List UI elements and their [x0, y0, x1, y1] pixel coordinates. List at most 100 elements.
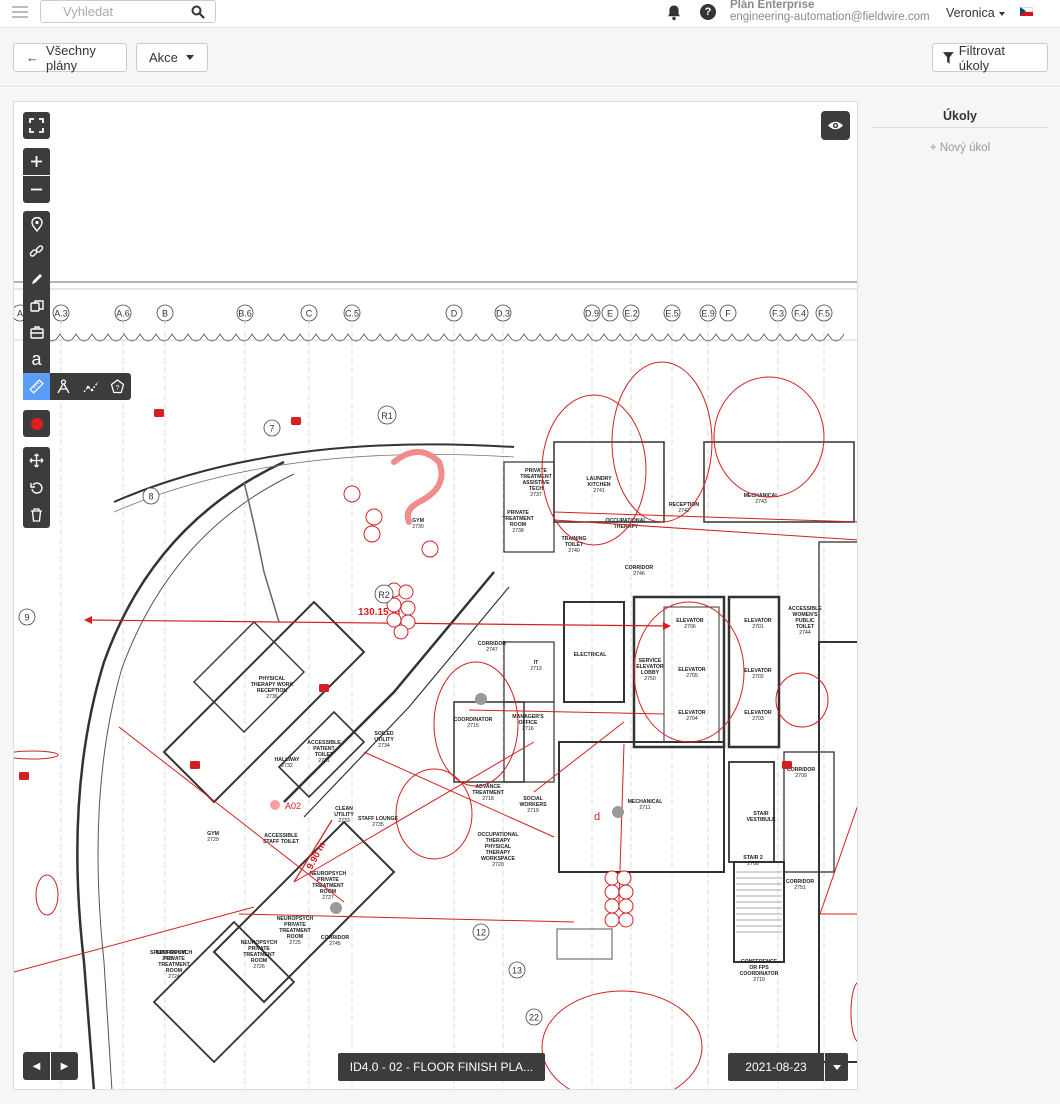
grid-label: F.4	[794, 309, 806, 319]
grid-bubble: C.5	[343, 304, 361, 322]
room-number: 2710	[753, 977, 765, 983]
callout-bubble: 8	[142, 487, 160, 505]
pentagon-icon[interactable]: ?	[104, 373, 131, 400]
account-info: Plán Enterprise engineering-automation@f…	[730, 0, 930, 23]
grid-bubble: C	[300, 304, 318, 322]
text-icon: a	[31, 349, 42, 369]
room-label: IT2713	[530, 660, 542, 672]
sheet-selector[interactable]: ID4.0 - 02 - FLOOR FINISH PLA...	[338, 1053, 545, 1081]
room-label: TRAININGTOILET2740	[561, 536, 586, 554]
help-icon[interactable]: ?	[700, 4, 716, 20]
zoom-in-icon[interactable]	[23, 148, 50, 175]
room-number: 2702	[752, 674, 764, 680]
copy-icon[interactable]	[23, 292, 50, 319]
grid-bubble: E.9	[699, 304, 717, 322]
revision-date-label: 2021-08-23	[745, 1060, 807, 1074]
tasks-panel: Úkoly + Nový úkol	[872, 101, 1048, 154]
pen-icon[interactable]	[23, 265, 50, 292]
grid-bubble: F.3	[769, 304, 787, 322]
new-task-link[interactable]: + Nový úkol	[872, 142, 1048, 154]
room-label: ELEVATOR2705	[678, 667, 706, 679]
grid-label: D	[451, 309, 458, 319]
room-number: 2726	[253, 964, 265, 970]
zoom-out-icon[interactable]	[23, 176, 50, 203]
next-icon[interactable]: ▶	[51, 1052, 78, 1080]
move-icon[interactable]	[23, 447, 50, 474]
room-number: 2724	[168, 974, 180, 980]
tasks-panel-title: Úkoly	[872, 101, 1048, 128]
rotate-icon[interactable]	[23, 474, 50, 501]
room-label: ACCESSIBLEPATIENTTOILET2731	[307, 740, 341, 764]
search-icon[interactable]	[191, 5, 205, 19]
arrow-left-icon: ←	[26, 50, 39, 65]
room-label: GYM2730	[412, 518, 424, 530]
room-label: STAIRVESTIBULE	[746, 811, 776, 823]
top-bar: ? Plán Enterprise engineering-automation…	[0, 0, 1060, 28]
room-number: 2743	[755, 499, 767, 505]
grid-bubble: E.5	[663, 304, 681, 322]
room-label: SOCIALWORKERS2719	[519, 796, 547, 814]
room-label: LAUNDRYKITCHEN2741	[586, 476, 612, 494]
plan-toolbar: ← Všechny plány Akce Filtrovat úkoly	[0, 29, 1060, 87]
room-number: 2701	[752, 624, 764, 630]
filter-icon	[943, 51, 954, 64]
ruler-icon[interactable]	[23, 373, 50, 400]
floor-plan-drawing[interactable]: A A.3 A.6 B B.6 C C.5 D D.3 D.9 E E.2 E.5 E.9 F F.3 F.4 F…	[14, 102, 858, 1090]
callout-bubble: 12	[472, 923, 490, 941]
area-icon[interactable]	[50, 373, 77, 400]
room-label: MANAGER'SOFFICE2716	[512, 714, 544, 732]
room-label: ELEVATOR2706	[676, 618, 704, 630]
revision-selector[interactable]: 2021-08-23	[728, 1053, 824, 1081]
grid-bubble: E.2	[622, 304, 640, 322]
room-label: CLEANUTILITY2733	[334, 806, 354, 824]
revision-dropdown-icon[interactable]	[825, 1053, 848, 1081]
cz-flag-icon[interactable]	[1020, 7, 1033, 16]
account-email: engineering-automation@fieldwire.com	[730, 11, 930, 23]
text-tool[interactable]: a	[23, 346, 50, 373]
trash-icon[interactable]	[23, 501, 50, 528]
room-number: 2751	[794, 885, 806, 891]
eye-icon[interactable]	[821, 111, 850, 140]
fullscreen-icon[interactable]	[23, 112, 50, 139]
pin-icon[interactable]	[23, 211, 50, 238]
room-label: MECHANICAL2711	[628, 799, 664, 811]
menu-icon[interactable]	[12, 6, 28, 20]
prev-icon[interactable]: ◀	[23, 1052, 50, 1080]
bell-icon[interactable]	[666, 4, 682, 21]
grid-label: A.6	[116, 309, 130, 319]
room-number: 2706	[684, 624, 696, 630]
room-label: ELEVATOR2702	[744, 668, 772, 680]
all-plans-button[interactable]: ← Všechny plány	[13, 43, 127, 73]
filter-tasks-button[interactable]: Filtrovat úkoly	[932, 42, 1048, 73]
callout-bubble: 22	[525, 1008, 543, 1026]
room-number: 2738	[512, 528, 524, 534]
search-input[interactable]	[41, 1, 191, 22]
grid-bubble: D	[445, 304, 463, 322]
filter-tasks-label: Filtrovat úkoly	[958, 42, 1005, 73]
link-icon[interactable]	[23, 238, 50, 265]
main-area: A A.3 A.6 B B.6 C C.5 D D.3 D.9 E E.2 E.5 E.9 F F.3 F.4 F…	[0, 88, 1060, 1104]
caret-down-icon	[185, 55, 194, 60]
room-number: 2731	[318, 758, 330, 764]
room-number: 2744	[799, 630, 811, 636]
room-label: NEUROPSYCHPRIVATETREATMENTROOM2727	[310, 871, 347, 901]
svg-text:STAFF TOILET: STAFF TOILET	[263, 839, 300, 845]
room-label: CORRIDOR2747	[478, 641, 506, 653]
grid-bubble: B	[156, 304, 174, 322]
actions-dropdown[interactable]: Akce	[136, 43, 208, 72]
room-label: CORRIDOR2751	[786, 879, 814, 891]
user-menu[interactable]: Veronica	[946, 6, 1005, 20]
record-icon[interactable]	[23, 410, 50, 437]
grid-bubble: D.3	[494, 304, 512, 322]
room-number: 2720	[492, 862, 504, 868]
polyline-icon[interactable]	[77, 373, 104, 400]
grid-label: E.9	[701, 309, 715, 319]
room-label: OCCUPATIONALTHERAPYPHYSICALTHERAPYWORKSP…	[477, 832, 519, 868]
stamp-icon[interactable]	[23, 319, 50, 346]
plan-viewer[interactable]: A A.3 A.6 B B.6 C C.5 D D.3 D.9 E E.2 E.5 E.9 F F.3 F.4 F…	[13, 101, 858, 1090]
callout-number: 9	[24, 613, 29, 623]
search-box	[40, 0, 216, 23]
measurement-short-label: 9.90 m	[305, 840, 329, 871]
callout-bubble: 13	[508, 961, 526, 979]
room-number: 2745	[329, 941, 341, 947]
